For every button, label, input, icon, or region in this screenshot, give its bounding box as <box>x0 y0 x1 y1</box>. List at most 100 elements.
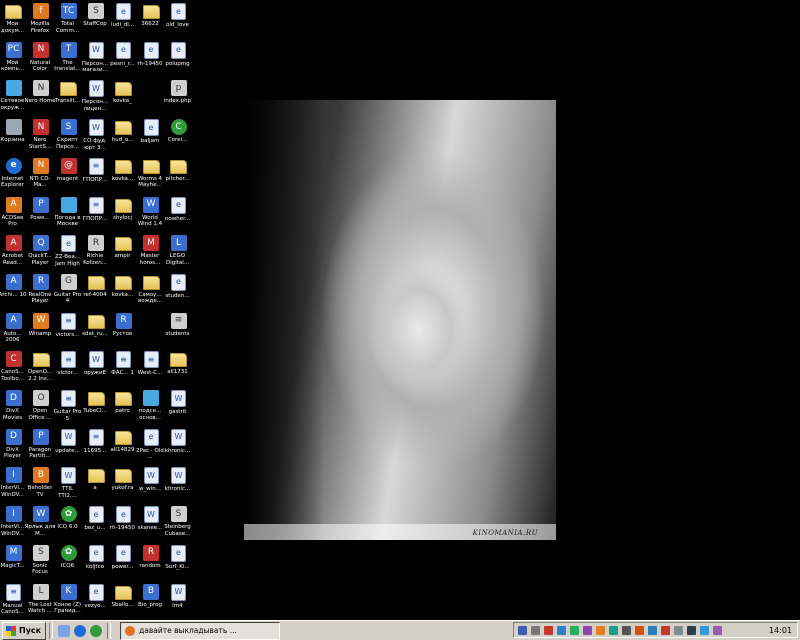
tray-app-icon[interactable] <box>648 625 657 635</box>
tray-app-icon[interactable] <box>570 625 579 635</box>
desktop-shortcut[interactable]: ≡ victors... <box>55 311 82 350</box>
desktop-shortcut[interactable]: Wkhronic... <box>165 427 192 466</box>
desktop-shortcut[interactable]: Translit... <box>55 78 82 117</box>
desktop-shortcut[interactable]: e ludi_dl... <box>110 1 137 40</box>
desktop-shortcut[interactable]: all14829 <box>110 427 137 466</box>
desktop-shortcut[interactable]: T The translat... <box>54 40 82 79</box>
show-desktop-icon[interactable] <box>58 624 71 637</box>
desktop-shortcut[interactable]: S Sonic Focus <box>28 543 55 582</box>
desktop-shortcut[interactable]: kovka... <box>110 272 137 311</box>
desktop-shortcut[interactable]: A Acrobat Read... <box>0 233 27 272</box>
desktop-shortcut[interactable]: C Corel... <box>165 117 192 156</box>
desktop-shortcut[interactable]: e vezyo... <box>83 582 110 621</box>
desktop-shortcut[interactable]: hud_o... <box>110 117 137 156</box>
desktop-shortcut[interactable]: f Mozilla Firefox <box>28 1 55 40</box>
desktop-shortcut[interactable]: W Winamp <box>28 311 55 350</box>
desktop-shortcut[interactable]: N NTI CD-Ma... <box>28 156 55 195</box>
desktop-shortcut[interactable]: Rrandom <box>138 543 165 582</box>
desktop-shortcut[interactable]: R Рустов <box>110 311 137 350</box>
desktop-shortcut[interactable]: Wlm4 <box>165 582 192 621</box>
desktop-shortcut[interactable]: shylocj <box>110 195 137 234</box>
desktop-shortcut[interactable]: I InterVi... WinDV... <box>0 465 27 504</box>
desktop-shortcut[interactable]: W СО фуд. юрт 3... <box>83 117 110 156</box>
desktop-shortcut[interactable]: kovka_ <box>110 78 137 117</box>
desktop-shortcut[interactable]: e rh-19450 <box>137 40 165 79</box>
desktop-shortcut[interactable]: подсе... основ... <box>138 388 165 427</box>
icq-icon[interactable] <box>90 624 103 637</box>
desktop-shortcut[interactable]: ≡ Manual CanoS... <box>0 582 27 621</box>
desktop-shortcut[interactable]: G Guitar Pro 4 <box>54 272 82 311</box>
desktop-shortcut[interactable]: P Paragon Partiti... <box>28 427 55 466</box>
desktop-shortcut[interactable]: Ww_win... <box>138 465 165 504</box>
desktop-shortcut[interactable]: Самоу... вожде... <box>138 272 165 311</box>
desktop-shortcut[interactable]: M MagicT... <box>0 543 27 582</box>
desktop-shortcut[interactable]: B Bio_prog <box>138 582 165 621</box>
desktop-shortcut[interactable]: Wskanee... <box>138 504 165 543</box>
desktop-shortcut[interactable]: S Steinberg Cubase... <box>164 504 192 543</box>
tray-app-icon[interactable] <box>583 625 592 635</box>
tray-app-icon[interactable] <box>557 625 566 635</box>
desktop-shortcut[interactable]: e rh-19450 <box>110 504 137 543</box>
desktop-shortcut[interactable]: 36622 <box>138 1 165 40</box>
tray-app-icon[interactable] <box>713 625 722 635</box>
desktop-shortcut[interactable]: e ZZ-Bea... Jam High <box>55 233 82 272</box>
desktop-shortcut[interactable]: D DivX Player <box>0 427 27 466</box>
desktop-shortcut[interactable]: A Auto... 2006 <box>0 311 27 350</box>
desktop-shortcut[interactable]: e polupmg <box>165 40 192 79</box>
desktop-shortcut[interactable]: ✿ ICQ6 <box>55 543 82 582</box>
desktop-shortcut[interactable]: ≡ ГПОПР... <box>83 156 110 195</box>
tray-app-icon[interactable] <box>635 625 644 635</box>
internet-explorer-icon[interactable] <box>74 624 87 637</box>
desktop-shortcut[interactable]: N Natural Color <box>28 40 55 79</box>
desktop-shortcut[interactable]: D DivX Movies <box>0 388 27 427</box>
chevron-icon[interactable] <box>531 625 540 635</box>
desktop-shortcut[interactable]: W Персон... лицен... <box>82 78 110 117</box>
desktop-shortcut[interactable]: sdat_ru... <box>82 311 110 350</box>
desktop-shortcut[interactable]: Wupdate... <box>55 427 82 466</box>
start-button[interactable]: Пуск <box>2 621 47 640</box>
desktop-shortcut[interactable]: N Nero Home <box>25 78 56 117</box>
desktop-shortcut[interactable]: ≡ 11695... <box>83 427 110 466</box>
desktop-shortcut[interactable]: Q QuickT... Player <box>28 233 55 272</box>
desktop-shortcut[interactable]: ampir <box>110 233 137 272</box>
desktop-shortcut[interactable]: ref-4004 <box>83 272 110 311</box>
desktop-shortcut[interactable]: B Beholder TV <box>28 465 55 504</box>
desktop-shortcut[interactable]: ≡ Guitar Pro 5 <box>54 388 82 427</box>
desktop-shortcut[interactable]: P Powe... <box>28 195 55 234</box>
desktop-shortcut[interactable]: e nowher... <box>165 195 192 234</box>
desktop-shortcut[interactable]: PC Мой компь... <box>0 40 27 79</box>
desktop-shortcut[interactable]: ≡ victor... <box>55 349 82 388</box>
desktop-shortcut[interactable]: ≡ students <box>165 311 192 350</box>
desktop-shortcut[interactable]: ≡ ФАС... 1 <box>110 349 137 388</box>
desktop-shortcut[interactable]: W TTIL TTI2,... <box>55 465 82 504</box>
desktop-shortcut[interactable]: Мои докум... <box>0 1 27 40</box>
desktop-shortcut[interactable]: W World Wind 1.4 <box>138 195 165 234</box>
desktop-shortcut[interactable]: A Archi... 10 <box>0 272 27 311</box>
desktop-shortcut[interactable]: ✿ ICQ 6.0 <box>55 504 82 543</box>
desktop-shortcut[interactable]: K Kоное (Z) Гранид... <box>54 582 82 621</box>
desktop-shortcut[interactable]: R RealOne Player <box>28 272 55 311</box>
tray-app-icon[interactable] <box>622 625 631 635</box>
desktop-shortcut[interactable]: L LEGO Digital... <box>165 233 192 272</box>
desktop-shortcut[interactable]: Sballo... <box>110 582 137 621</box>
desktop-shortcut[interactable]: Wgastrit <box>165 388 192 427</box>
desktop-shortcut[interactable]: L The Lost Watch ... <box>28 582 55 621</box>
language-icon[interactable] <box>518 625 527 635</box>
desktop-shortcut[interactable]: W Персон... магази... <box>82 40 110 79</box>
tray-app-icon[interactable] <box>609 625 618 635</box>
desktop-shortcut[interactable]: all1731 <box>165 349 192 388</box>
desktop-shortcut[interactable]: M Master horos... <box>138 233 165 272</box>
desktop-shortcut[interactable]: A ACDSee Pro <box>0 195 27 234</box>
desktop-shortcut[interactable]: Worms 4 Mayhe... <box>138 156 165 195</box>
desktop-shortcut[interactable]: e pesni_r... <box>110 40 137 79</box>
desktop-shortcut[interactable]: I InterVi... WinDV... <box>0 504 27 543</box>
desktop-shortcut[interactable]: Погода в Москве <box>55 195 82 234</box>
desktop-shortcut[interactable]: Wkhronic... <box>165 465 192 504</box>
tray-app-icon[interactable] <box>674 625 683 635</box>
desktop-shortcut[interactable]: @ magent <box>55 156 82 195</box>
desktop-shortcut[interactable]: ≡ ГПОПР... <box>83 195 110 234</box>
desktop-shortcut[interactable]: e koljtco <box>83 543 110 582</box>
desktop-shortcut[interactable]: kovka... <box>110 156 137 195</box>
desktop-shortcut[interactable]: N Nero StartS... <box>28 117 55 156</box>
desktop-shortcut[interactable]: e studen... <box>165 272 192 311</box>
